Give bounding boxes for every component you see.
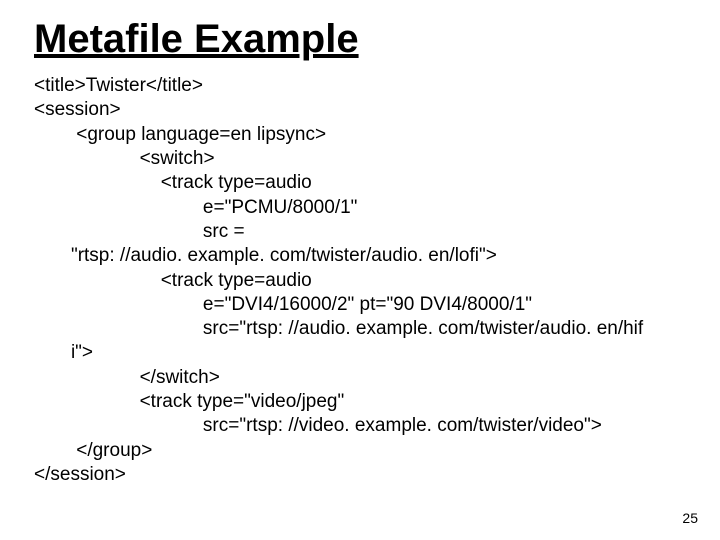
code-line: i">: [34, 342, 93, 363]
code-line: <title>Twister</title>: [34, 75, 203, 96]
code-line: <session>: [34, 99, 121, 120]
code-line: </switch>: [34, 367, 220, 388]
code-line: <track type="video/jpeg": [34, 391, 344, 412]
code-line: e="DVI4/16000/2" pt="90 DVI4/8000/1": [34, 294, 532, 315]
code-line: <track type=audio: [34, 270, 312, 291]
code-line: src="rtsp: //audio. example. com/twister…: [34, 318, 643, 339]
page-number: 25: [682, 510, 698, 526]
code-line: e="PCMU/8000/1": [34, 197, 357, 218]
code-line: <switch>: [34, 148, 215, 169]
code-line: <group language=en lipsync>: [34, 124, 326, 145]
code-block: <title>Twister</title> <session> <group …: [34, 74, 692, 487]
code-line: </group>: [34, 440, 152, 461]
code-line: <track type=audio: [34, 172, 312, 193]
code-line: </session>: [34, 464, 126, 485]
code-line: "rtsp: //audio. example. com/twister/aud…: [34, 245, 497, 266]
code-line: src="rtsp: //video. example. com/twister…: [34, 415, 602, 436]
code-line: src =: [34, 221, 245, 242]
slide: Metafile Example <title>Twister</title> …: [0, 0, 720, 540]
slide-title: Metafile Example: [34, 18, 692, 60]
